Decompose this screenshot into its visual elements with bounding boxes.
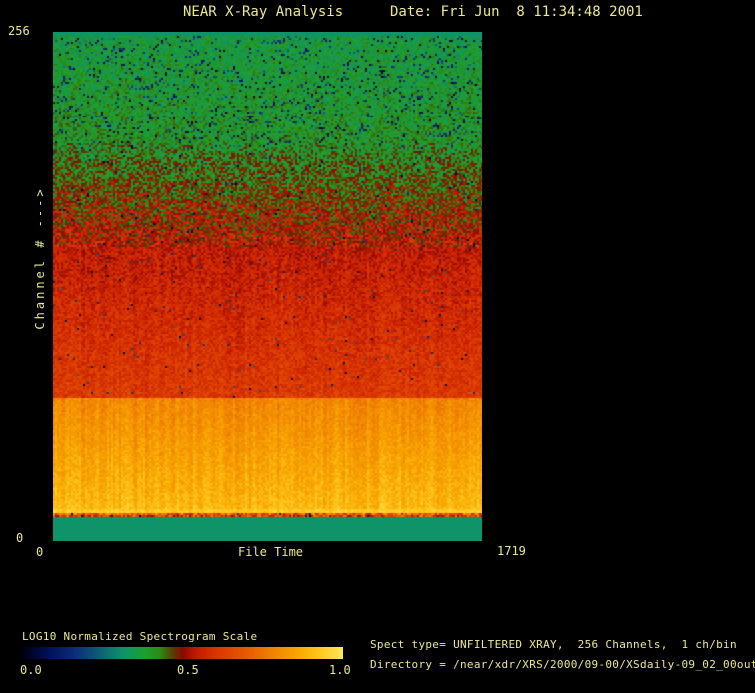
date-label: Date: Fri Jun 8 11:34:48 2001 xyxy=(390,4,643,20)
y-axis-min-tick: 0 xyxy=(16,531,24,545)
x-axis-label: File Time xyxy=(238,545,304,559)
spectrogram-heatmap xyxy=(53,32,482,541)
colorbar-tick-0: 0.0 xyxy=(20,663,42,677)
colorbar-label: LOG10 Normalized Spectrogram Scale xyxy=(22,630,258,643)
x-axis-min-tick: 0 xyxy=(36,545,44,559)
colorbar-gradient xyxy=(22,647,343,659)
spect-type-line: Spect type= UNFILTERED XRAY, 256 Channel… xyxy=(370,638,737,651)
y-axis-label: Channel # ---> xyxy=(33,186,47,330)
page-title: NEAR X-Ray Analysis xyxy=(183,4,344,20)
x-axis-max-tick: 1719 xyxy=(497,544,526,558)
colorbar-tick-05: 0.5 xyxy=(177,663,199,677)
directory-line: Directory = /near/xdr/XRS/2000/09-00/XSd… xyxy=(370,658,755,671)
colorbar-tick-1: 1.0 xyxy=(329,663,351,677)
y-axis-max-tick: 256 xyxy=(8,24,30,38)
near-xray-analysis-window: NEAR X-Ray Analysis Date: Fri Jun 8 11:3… xyxy=(0,0,755,693)
